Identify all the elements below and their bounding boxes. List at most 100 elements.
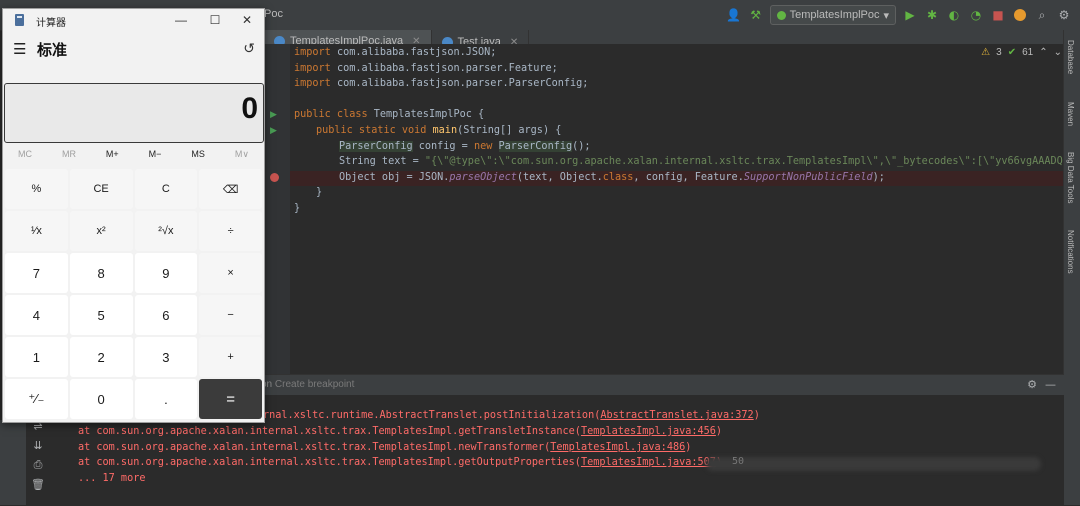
equals-button[interactable]: = (199, 379, 262, 419)
stack-trace-line: at com.sun.org.apache.xalan.internal.xsl… (78, 426, 723, 437)
digit-6-button[interactable]: 6 (134, 295, 198, 335)
inspections-widget[interactable]: ⚠ 3 ✔ 61 ⌃ ⌄ (981, 47, 1062, 58)
calculator-header: ☰ 标准 ↺ (3, 35, 264, 63)
digit-7-button[interactable]: 7 (5, 253, 68, 293)
stop-icon[interactable]: ■ (990, 7, 1006, 23)
keypad: % CE C ⌫ ¹⁄x x² ²√x ÷ 7 8 9 × 4 5 6 − 1 … (5, 169, 262, 419)
digit-8-button[interactable]: 8 (69, 253, 133, 293)
project-breadcrumb[interactable]: Poc (264, 8, 283, 20)
code-line: } (316, 187, 323, 198)
warning-count: 3 (996, 47, 1002, 58)
digit-9-button[interactable]: 9 (134, 253, 198, 293)
run-icon[interactable]: ▶ (902, 7, 918, 23)
window-title: 计算器 (36, 18, 66, 29)
display-value: 0 (241, 92, 258, 125)
clear-button[interactable]: C (134, 169, 198, 209)
stack-trace-link[interactable]: TemplatesImpl.java:456 (581, 426, 716, 437)
breakpoint-icon[interactable] (270, 173, 279, 182)
settings-gear-icon[interactable]: ⚙ (1027, 378, 1037, 391)
stack-trace-line: at com.sun.org.apache.xalan.internal.xsl… (78, 457, 722, 468)
multiply-button[interactable]: × (199, 253, 262, 293)
add-button[interactable]: + (199, 337, 262, 377)
redacted-region (706, 457, 1041, 471)
coverage-icon[interactable]: ◐ (946, 7, 962, 23)
run-config-label: TemplatesImplPoc (789, 9, 880, 21)
console-actions: ⚙ — (1027, 378, 1056, 391)
memory-subtract-button[interactable]: M− (149, 149, 162, 163)
run-toolbar: 👤 ⚒ TemplatesImplPoc ▾ ▶ ✱ ◐ ◔ ■ ⌕ ⚙ (726, 5, 1072, 25)
code-line: public static void main(String[] args) { (316, 125, 562, 136)
tool-window-database[interactable]: Database (1066, 40, 1075, 74)
search-icon[interactable]: ⌕ (1034, 7, 1050, 23)
settings-gear-icon[interactable]: ⚙ (1056, 7, 1072, 23)
clear-entry-button[interactable]: CE (69, 169, 133, 209)
percent-button[interactable]: % (5, 169, 68, 209)
reciprocal-button[interactable]: ¹⁄x (5, 211, 68, 251)
decimal-button[interactable]: . (134, 379, 198, 419)
digit-3-button[interactable]: 3 (134, 337, 198, 377)
chevron-up-icon[interactable]: ⌃ (1039, 47, 1047, 58)
profile-icon[interactable]: ◔ (968, 7, 984, 23)
trash-icon[interactable]: 🗑 (31, 478, 45, 491)
minimize-icon[interactable]: — (1045, 378, 1056, 391)
stack-trace-link[interactable]: TemplatesImpl.java:486 (550, 442, 685, 453)
calculator-titlebar[interactable]: 计算器 — ☐ ✕ (3, 9, 264, 31)
run-configuration-select[interactable]: TemplatesImplPoc ▾ (769, 5, 896, 25)
tool-window-notifications[interactable]: Notifications (1066, 230, 1075, 274)
maximize-button[interactable]: ☐ (198, 9, 232, 31)
backspace-button[interactable]: ⌫ (199, 169, 262, 209)
redacted-text: 50 (732, 456, 745, 467)
build-hammer-icon[interactable]: ⚒ (748, 7, 764, 23)
menu-icon[interactable]: ☰ (13, 40, 26, 58)
stack-trace-line: rnal.xsltc.runtime.AbstractTranslet.post… (263, 410, 760, 421)
calculator-app-icon (15, 14, 24, 26)
stack-trace-link[interactable]: AbstractTranslet.java:372 (600, 410, 753, 421)
digit-5-button[interactable]: 5 (69, 295, 133, 335)
code-line: public class TemplatesImplPoc { (294, 109, 485, 120)
editor-gutter[interactable]: ▶ ▶ (264, 44, 291, 374)
stack-trace-link[interactable]: TemplatesImpl.java:507 (581, 457, 716, 468)
run-main-gutter-icon[interactable]: ▶ (270, 126, 277, 136)
chevron-down-icon[interactable]: ⌄ (1054, 47, 1062, 58)
check-icon: ✔ (1007, 47, 1017, 58)
memory-row: MC MR M+ M− MS M∨ (3, 149, 264, 163)
warning-icon: ⚠ (981, 47, 991, 58)
subtract-button[interactable]: − (199, 295, 262, 335)
digit-2-button[interactable]: 2 (69, 337, 133, 377)
negate-button[interactable]: ⁺⁄₋ (5, 379, 68, 419)
square-button[interactable]: x² (69, 211, 133, 251)
debug-icon[interactable]: ✱ (924, 7, 940, 23)
digit-0-button[interactable]: 0 (69, 379, 133, 419)
square-root-button[interactable]: ²√x (134, 211, 198, 251)
user-icon[interactable]: 👤 (726, 7, 742, 23)
run-class-gutter-icon[interactable]: ▶ (270, 110, 277, 120)
memory-list-button[interactable]: M∨ (235, 149, 249, 163)
minimize-button[interactable]: — (164, 9, 198, 31)
tool-window-maven[interactable]: Maven (1066, 102, 1075, 126)
stack-trace-more: ... 17 more (78, 473, 146, 484)
avatar (1014, 9, 1026, 21)
java-config-icon (776, 10, 786, 20)
console-hint: tion Create breakpoint (256, 379, 354, 390)
memory-clear-button[interactable]: MC (18, 149, 32, 163)
code-line: import com.alibaba.fastjson.parser.Parse… (294, 78, 589, 89)
memory-recall-button[interactable]: MR (62, 149, 76, 163)
digit-4-button[interactable]: 4 (5, 295, 68, 335)
scroll-to-end-icon[interactable]: ⇊ (33, 439, 42, 452)
memory-add-button[interactable]: M+ (106, 149, 119, 163)
tool-window-big-data-tools[interactable]: Big Data Tools (1066, 152, 1075, 203)
close-button[interactable]: ✕ (230, 9, 264, 31)
stack-trace-line: at com.sun.org.apache.xalan.internal.xsl… (78, 442, 692, 453)
code-line: import com.alibaba.fastjson.parser.Featu… (294, 63, 558, 74)
update-icon[interactable] (1012, 7, 1028, 23)
digit-1-button[interactable]: 1 (5, 337, 68, 377)
code-line: import com.alibaba.fastjson.JSON; (294, 47, 497, 58)
code-editor[interactable]: import com.alibaba.fastjson.JSON; import… (290, 44, 1064, 374)
mode-title: 标准 (37, 42, 68, 59)
create-breakpoint-link[interactable]: Create breakpoint (275, 379, 355, 390)
history-icon[interactable]: ↺ (243, 40, 255, 57)
memory-store-button[interactable]: MS (191, 149, 205, 163)
print-icon[interactable]: ⎙ (34, 458, 43, 472)
divide-button[interactable]: ÷ (199, 211, 262, 251)
chevron-down-icon: ▾ (883, 9, 889, 22)
